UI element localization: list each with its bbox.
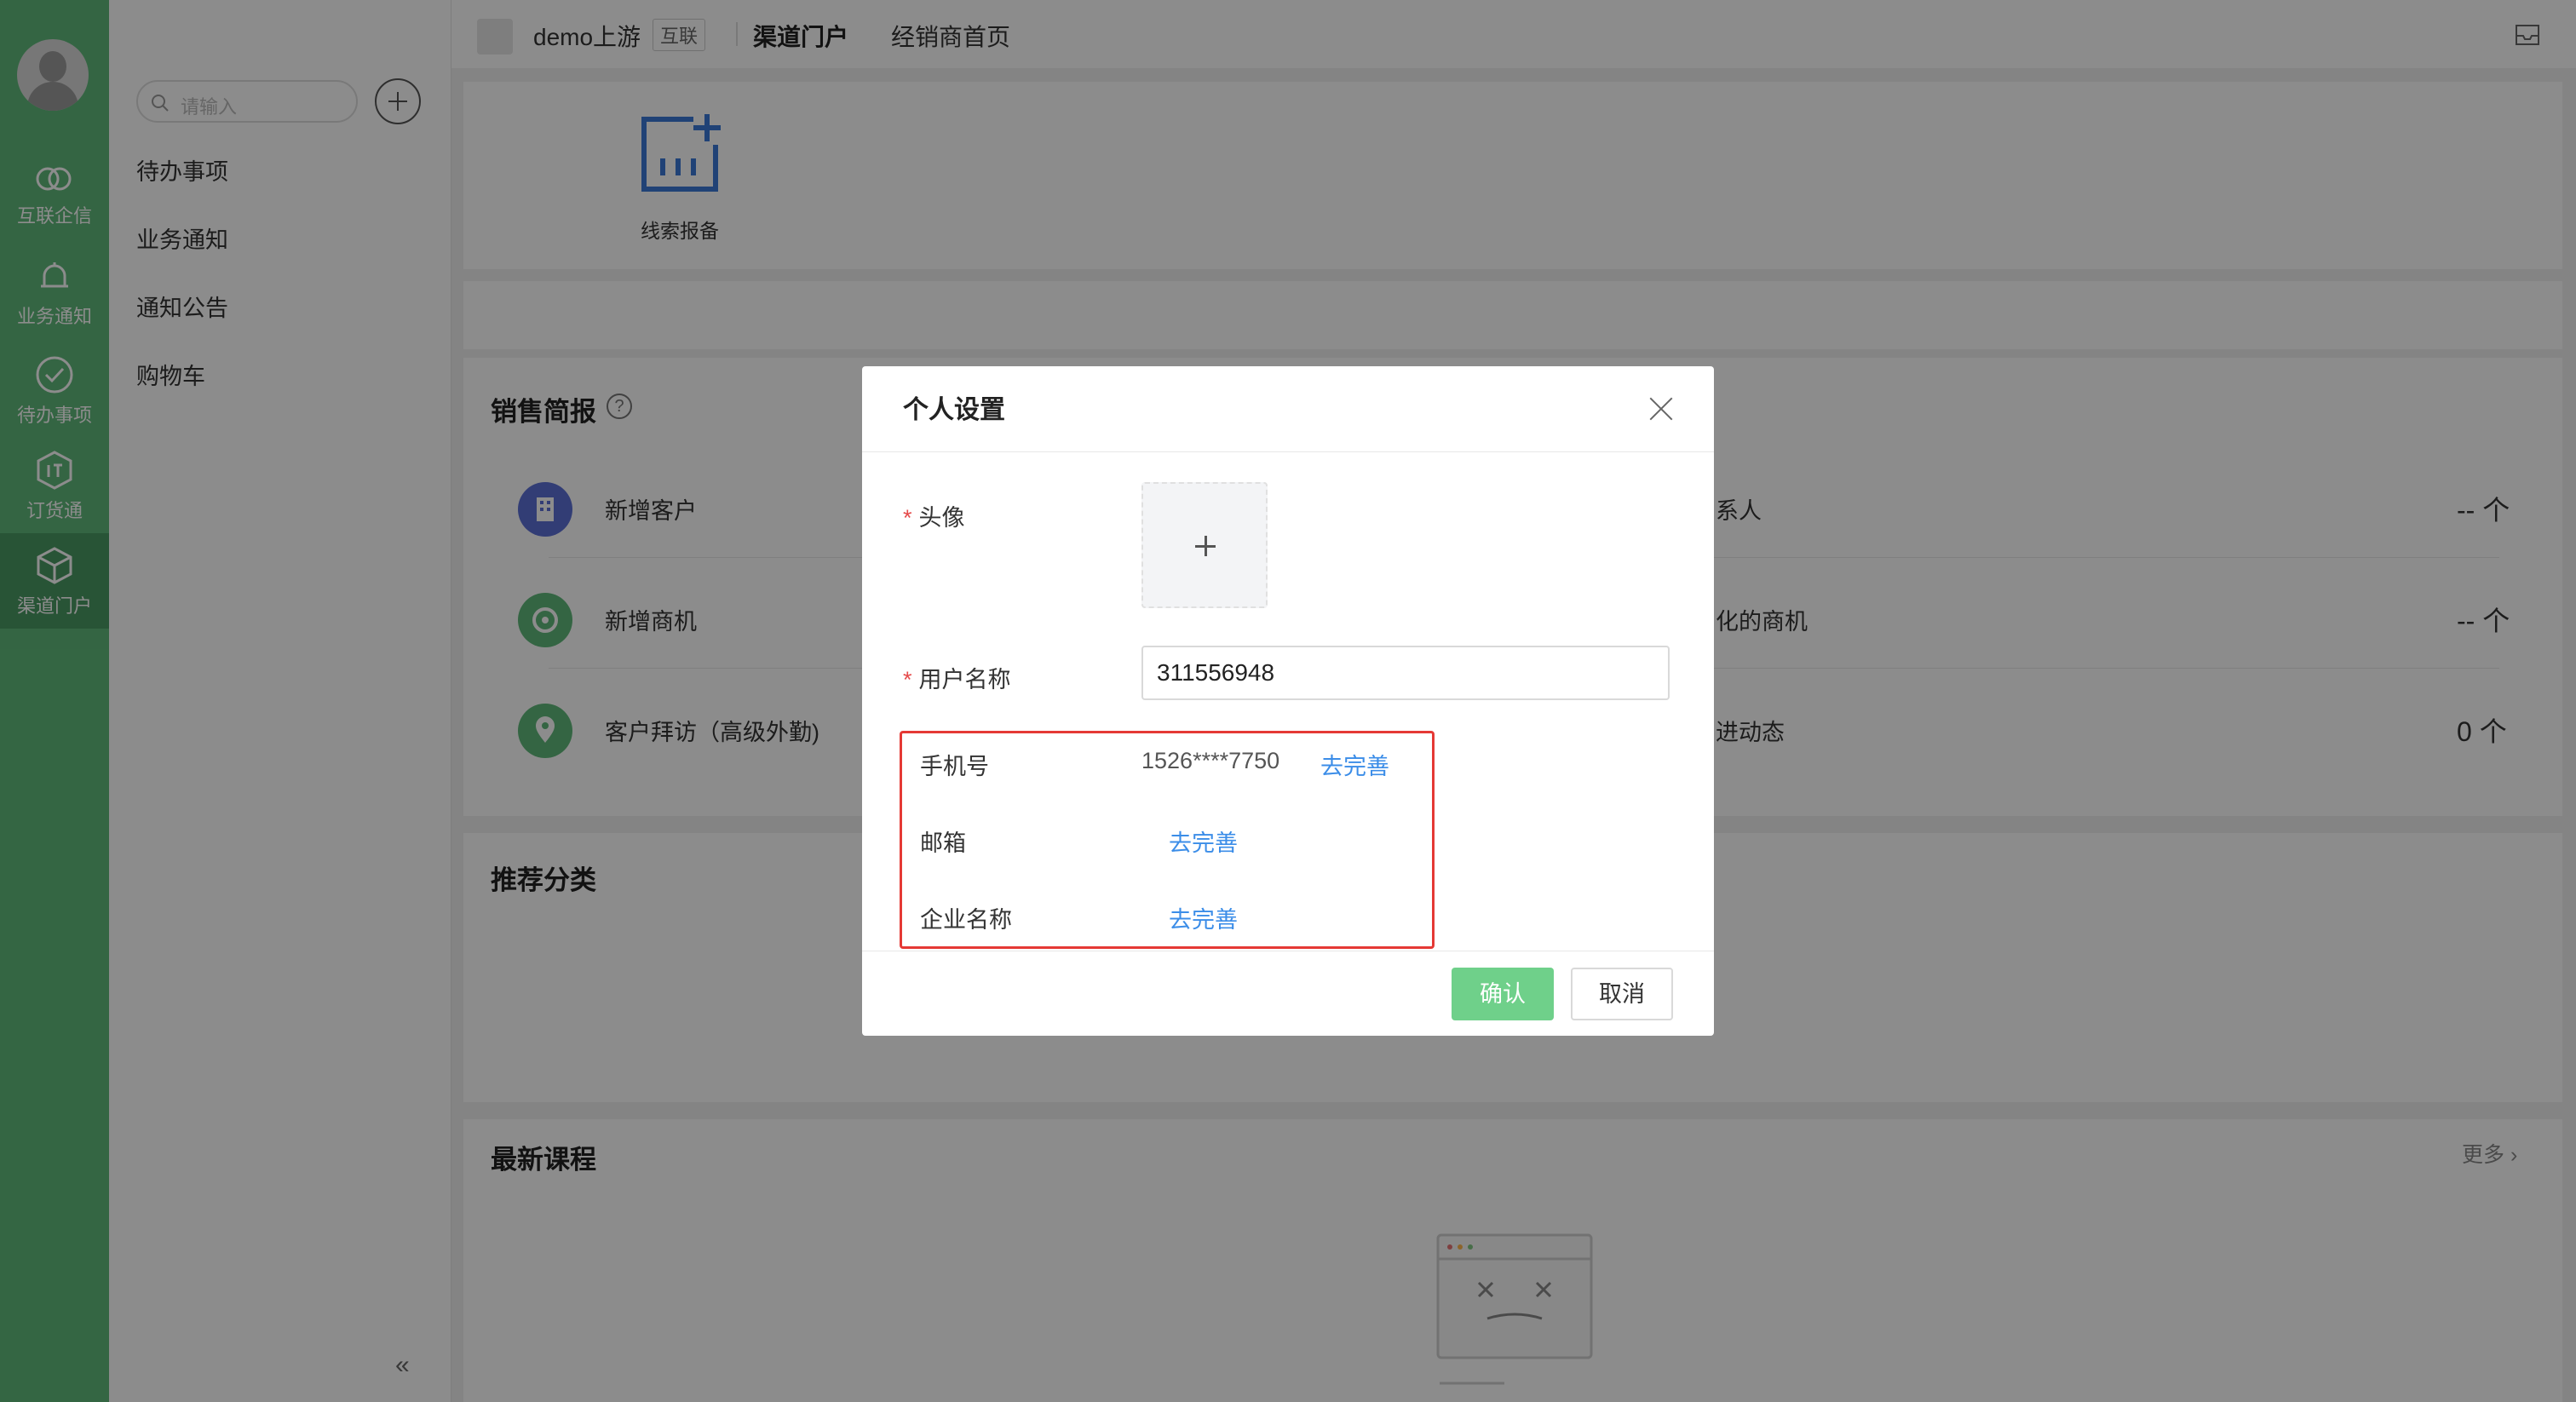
username-field-label: * 用户名称 [903,667,1011,692]
company-label: 企业名称 [920,907,1012,933]
phone-label: 手机号 [920,754,989,779]
avatar-field-label: * 头像 [903,505,965,531]
email-label: 邮箱 [920,830,966,856]
dialog-title: 个人设置 [903,396,1005,424]
close-icon[interactable] [1647,395,1675,422]
confirm-button[interactable]: 确认 [1452,968,1554,1020]
avatar-upload-button[interactable] [1141,482,1268,608]
personal-settings-dialog: 个人设置 * 头像 * 用户名称 311556948 手机号 1526****775… [862,366,1714,1036]
phone-value: 1526****7750 [1141,748,1280,773]
phone-complete-link[interactable]: 去完善 [1320,748,1389,781]
company-complete-link[interactable]: 去完善 [1169,901,1238,934]
username-input[interactable]: 311556948 [1141,646,1670,700]
email-complete-link[interactable]: 去完善 [1169,825,1238,858]
cancel-button[interactable]: 取消 [1571,968,1673,1020]
